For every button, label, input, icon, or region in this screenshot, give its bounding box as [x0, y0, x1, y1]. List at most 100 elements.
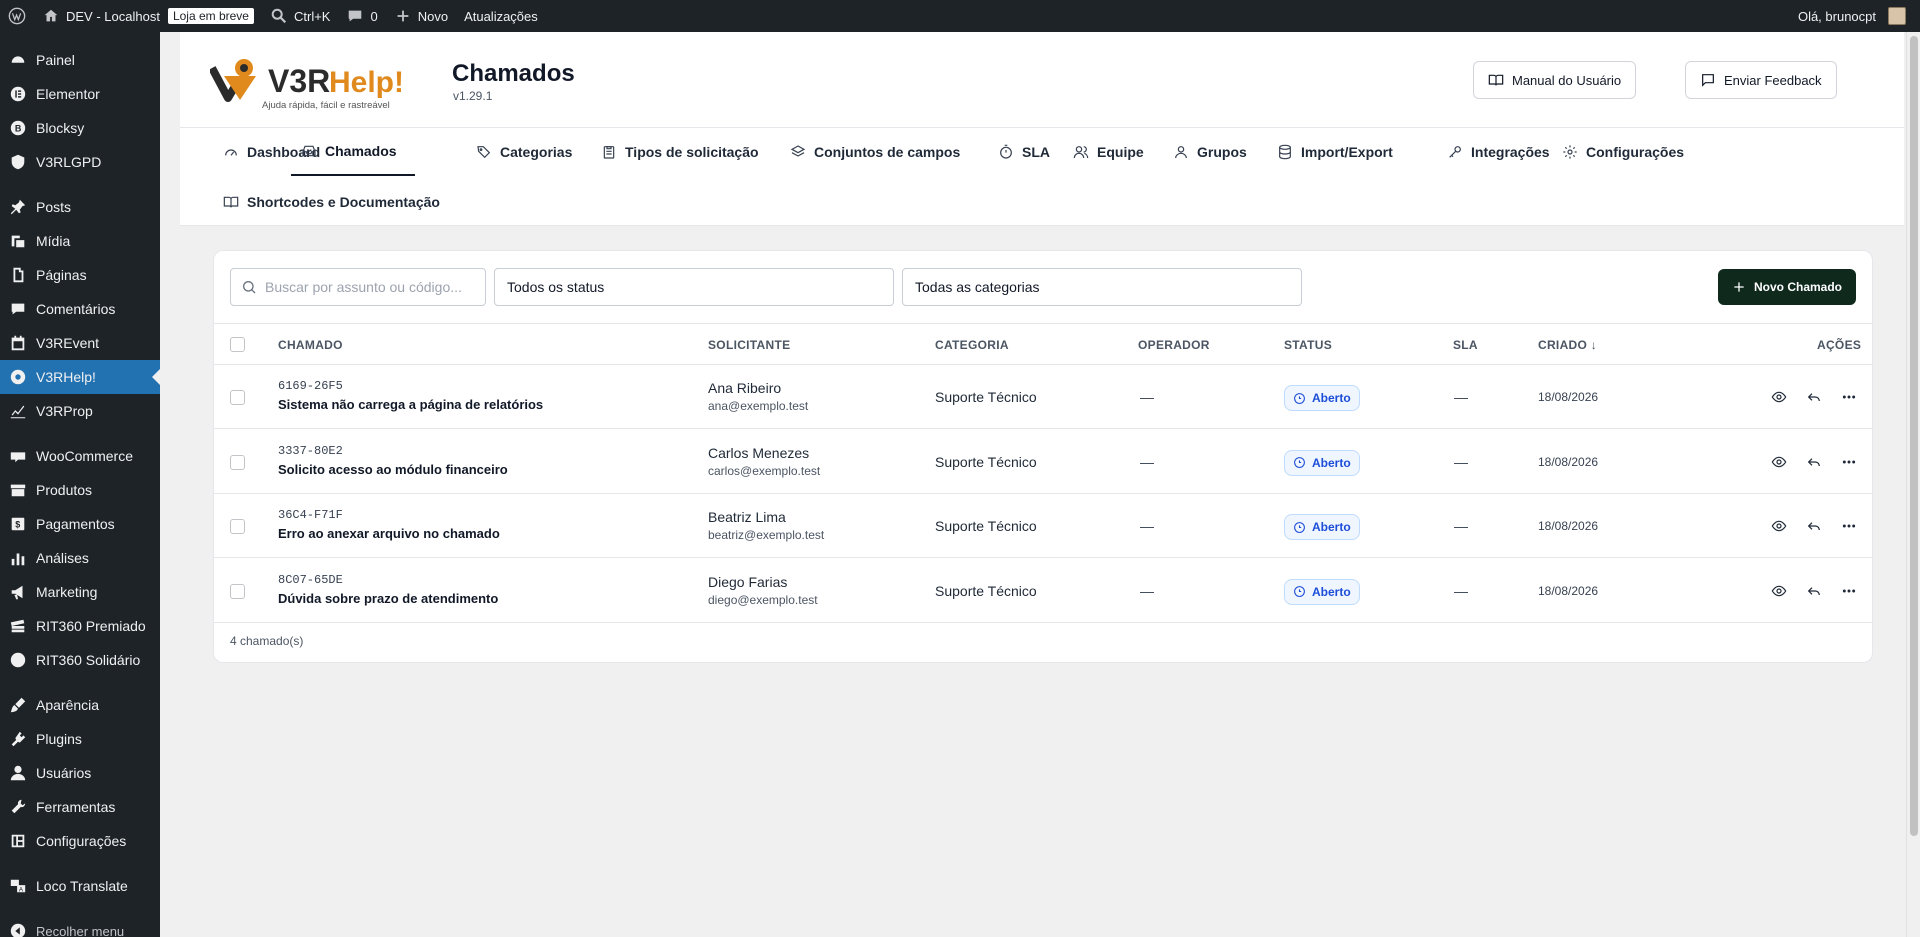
col-operator[interactable]: OPERADOR — [1138, 338, 1210, 352]
send-feedback-button[interactable]: Enviar Feedback — [1685, 61, 1837, 99]
search-icon — [243, 281, 256, 294]
view-ticket-button[interactable] — [1769, 387, 1789, 407]
row-checkbox[interactable] — [230, 583, 245, 599]
tab-import-export[interactable]: Import/Export — [1267, 128, 1403, 176]
requester-name: Carlos Menezes — [708, 444, 810, 461]
ticket-subject[interactable]: Solicito acesso ao módulo financeiro — [278, 462, 508, 477]
sidebar-item-label: RIT360 Premiado — [36, 618, 146, 634]
sidebar-item-label: Ferramentas — [36, 799, 116, 815]
col-category[interactable]: CATEGORIA — [935, 338, 1009, 352]
site-name-link[interactable]: DEV - Localhost Loja em breve — [34, 0, 262, 32]
col-created[interactable]: CRIADO ↓ — [1538, 338, 1597, 352]
sidebar-item-v3rlgpd[interactable]: V3RLGPD — [0, 145, 160, 179]
tab-label: Categorias — [500, 144, 573, 160]
sidebar-item-painel[interactable]: Painel — [0, 43, 160, 77]
table-row[interactable]: 36C4-F71F Erro ao anexar arquivo no chama… — [214, 494, 1872, 558]
tags-icon — [477, 146, 491, 159]
more-actions-button[interactable] — [1839, 387, 1859, 407]
tab-chamados[interactable]: Chamados — [291, 128, 415, 176]
sidebar-item-pagamentos[interactable]: $ Pagamentos — [0, 507, 160, 541]
reply-ticket-button[interactable] — [1804, 516, 1824, 536]
comments-link[interactable]: 0 — [338, 0, 385, 32]
sidebar-item-loco-translate[interactable]: A Loco Translate — [0, 869, 160, 903]
more-actions-button[interactable] — [1839, 516, 1859, 536]
sidebar-item-produtos[interactable]: Produtos — [0, 473, 160, 507]
row-checkbox[interactable] — [230, 390, 245, 405]
tab-tipos-solicitacao[interactable]: Tipos de solicitação — [591, 128, 769, 176]
sidebar-item-v3revent[interactable]: V3REvent — [0, 326, 160, 360]
tab-configuracoes[interactable]: Configurações — [1552, 128, 1694, 176]
sidebar-item-apar-ncia[interactable]: Aparência — [0, 688, 160, 722]
sidebar-item-blocksy[interactable]: B Blocksy — [0, 111, 160, 145]
coming-soon-badge[interactable]: Loja em breve — [167, 8, 254, 24]
view-ticket-button[interactable] — [1769, 516, 1789, 536]
sidebar-item-rit360-solid-rio[interactable]: RIT360 Solidário — [0, 643, 160, 677]
ticket-subject[interactable]: Sistema não carrega a página de relatóri… — [278, 397, 543, 412]
sidebar-item-rit360-premiado[interactable]: RIT360 Premiado — [0, 609, 160, 643]
table-row[interactable]: 3337-80E2 Solicito acesso ao módulo finan… — [214, 430, 1872, 494]
reply-ticket-button[interactable] — [1804, 387, 1824, 407]
tab-label: Conjuntos de campos — [814, 144, 961, 160]
table-row[interactable]: 8C07-65DE Dúvida sobre prazo de atendimen… — [214, 559, 1872, 623]
col-requester[interactable]: SOLICITANTE — [708, 338, 790, 352]
sidebar-item-posts[interactable]: Posts — [0, 190, 160, 224]
view-ticket-button[interactable] — [1769, 581, 1789, 601]
tab-equipe[interactable]: Equipe — [1063, 128, 1154, 176]
pin-icon — [8, 197, 28, 217]
search-input[interactable]: Buscar por assunto ou código... — [230, 268, 486, 306]
col-sla[interactable]: SLA — [1453, 338, 1478, 352]
sidebar-item-marketing[interactable]: Marketing — [0, 575, 160, 609]
view-ticket-button[interactable] — [1769, 452, 1789, 472]
sidebar-item-an-lises[interactable]: Análises — [0, 541, 160, 575]
sidebar-item-plugins[interactable]: Plugins — [0, 722, 160, 756]
more-actions-button[interactable] — [1839, 452, 1859, 472]
sidebar-item-v3rprop[interactable]: V3RProp — [0, 394, 160, 428]
updates-link[interactable]: Atualizações — [456, 0, 546, 32]
sidebar-item-ferramentas[interactable]: Ferramentas — [0, 790, 160, 824]
tab-integracoes[interactable]: Integrações — [1437, 128, 1560, 176]
tab-conjuntos-campos[interactable]: Conjuntos de campos — [780, 128, 970, 176]
collapse-icon — [8, 921, 28, 937]
new-content-link[interactable]: Novo — [386, 0, 456, 32]
requester-name: Ana Ribeiro — [708, 380, 782, 396]
table-row[interactable]: 6169-26F5 Sistema não carrega a página de… — [214, 365, 1872, 429]
tab-label: Grupos — [1197, 144, 1247, 160]
page-scrollbar[interactable] — [1906, 32, 1920, 937]
sidebar-item-woocommerce[interactable]: WooCommerce — [0, 439, 160, 473]
more-actions-button[interactable] — [1839, 581, 1859, 601]
account-menu[interactable]: Olá, brunocpt — [1790, 0, 1920, 32]
col-ticket[interactable]: CHAMADO — [278, 338, 343, 352]
sidebar-item-recolher-menu[interactable]: Recolher menu — [0, 914, 160, 937]
sidebar-item-coment-rios[interactable]: Comentários — [0, 292, 160, 326]
row-checkbox[interactable] — [230, 519, 245, 534]
ticket-subject[interactable]: Dúvida sobre prazo de atendimento — [278, 591, 498, 606]
gear-icon — [1563, 145, 1577, 159]
status-filter-select[interactable]: Todos os status — [494, 268, 894, 306]
new-ticket-label: Novo Chamado — [1753, 280, 1842, 294]
scrollbar-thumb[interactable] — [1910, 36, 1918, 836]
wordpress-logo-icon[interactable] — [0, 0, 34, 32]
tab-shortcodes[interactable]: Shortcodes e Documentação — [213, 178, 450, 226]
col-status[interactable]: STATUS — [1284, 338, 1332, 352]
new-ticket-button[interactable]: Novo Chamado — [1718, 269, 1856, 305]
ticket-subject[interactable]: Erro ao anexar arquivo no chamado — [278, 526, 500, 541]
reply-ticket-button[interactable] — [1804, 452, 1824, 472]
user-manual-button[interactable]: Manual do Usuário — [1473, 61, 1637, 99]
sidebar-item-v3rhelp-[interactable]: V3RHelp! — [0, 360, 160, 394]
sidebar-item-configura-es[interactable]: Configurações — [0, 824, 160, 858]
reply-ticket-button[interactable] — [1804, 581, 1824, 601]
tab-categorias[interactable]: Categorias — [466, 128, 582, 176]
sidebar-item-elementor[interactable]: Elementor — [0, 77, 160, 111]
megaphone-icon — [8, 582, 28, 602]
sidebar-item-m-dia[interactable]: Mídia — [0, 224, 160, 258]
tab-sla[interactable]: SLA — [988, 128, 1060, 176]
sidebar-item-p-ginas[interactable]: Páginas — [0, 258, 160, 292]
sidebar-item-label: Páginas — [36, 267, 87, 283]
sidebar-item-label: Usuários — [36, 765, 92, 781]
row-checkbox[interactable] — [230, 454, 245, 470]
sidebar-item-usu-rios[interactable]: Usuários — [0, 756, 160, 790]
select-all-checkbox[interactable] — [230, 337, 245, 352]
search-shortcut[interactable]: Ctrl+K — [262, 0, 338, 32]
category-filter-select[interactable]: Todas as categorias — [902, 268, 1302, 306]
tab-grupos[interactable]: Grupos — [1163, 128, 1257, 176]
